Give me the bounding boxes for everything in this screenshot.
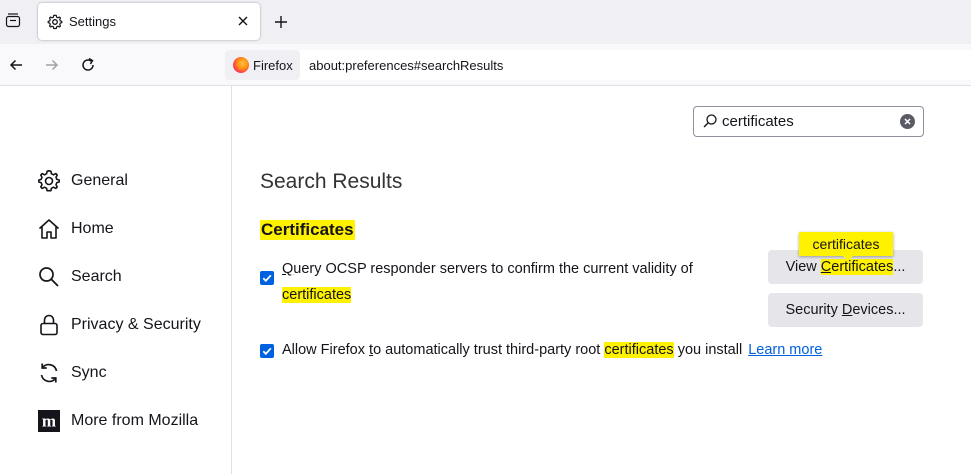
sync-icon [37, 361, 61, 385]
tab-list-icon[interactable] [3, 10, 23, 30]
navigation-toolbar: Firefox about:preferences#searchResults [0, 44, 971, 86]
svg-text:m: m [42, 412, 56, 431]
reload-icon[interactable] [79, 56, 97, 74]
sidebar-item-label: General [71, 172, 128, 189]
page-title: Search Results [260, 170, 403, 193]
button-label: evices... [852, 302, 906, 318]
url-text[interactable]: about:preferences#searchResults [309, 58, 503, 73]
identity-box[interactable]: Firefox [225, 50, 300, 80]
search-icon [702, 113, 718, 129]
sidebar-item-home[interactable]: Home [37, 217, 114, 241]
sidebar-item-label: Search [71, 268, 122, 285]
plus-icon[interactable] [272, 13, 290, 31]
trust-text: o automatically trust third-party root [373, 342, 605, 358]
search-highlight: ertificates [831, 259, 894, 275]
settings-search-box[interactable] [693, 106, 924, 137]
url-bar[interactable]: Firefox about:preferences#searchResults [225, 50, 971, 80]
search-input[interactable] [722, 112, 892, 130]
tab-strip: Settings [0, 0, 971, 44]
gear-icon [37, 169, 61, 193]
lock-icon [37, 313, 61, 337]
sidebar-item-privacy-security[interactable]: Privacy & Security [37, 313, 201, 337]
tab-title: Settings [69, 14, 116, 29]
trust-checkbox[interactable] [260, 344, 274, 358]
access-key: D [841, 302, 853, 318]
button-label: Security [785, 302, 842, 318]
search-highlight: certificates [604, 342, 674, 358]
ocsp-checkbox-label[interactable]: Query OCSP responder servers to confirm … [282, 256, 722, 308]
sidebar-item-more-from-mozilla[interactable]: m More from Mozilla [37, 409, 198, 433]
sidebar-divider [231, 86, 232, 474]
search-tooltip: certificates [799, 232, 893, 256]
firefox-logo-icon [233, 57, 249, 73]
button-label: View [785, 259, 821, 275]
ocsp-text: uery OCSP responder servers to confirm t… [293, 261, 693, 277]
ocsp-checkbox[interactable] [260, 271, 274, 285]
trust-text: Allow Firefox [282, 342, 370, 358]
identity-label: Firefox [253, 58, 293, 73]
access-key: Q [282, 261, 294, 277]
sidebar-item-label: Home [71, 220, 114, 237]
gear-icon [47, 14, 63, 30]
back-arrow-icon[interactable] [7, 56, 25, 74]
sidebar-item-label: More from Mozilla [71, 412, 199, 429]
security-devices-button[interactable]: Security Devices... [768, 293, 923, 327]
clear-search-icon[interactable] [900, 114, 915, 129]
search-icon [37, 265, 61, 289]
trust-checkbox-label[interactable]: Allow Firefox to automatically trust thi… [282, 342, 822, 358]
home-icon [37, 217, 61, 241]
mozilla-icon: m [37, 409, 61, 433]
tab-settings[interactable]: Settings [38, 3, 260, 40]
close-icon[interactable] [236, 14, 250, 28]
search-highlight: certificates [282, 287, 352, 303]
button-label: ... [893, 259, 906, 275]
access-key: C [820, 259, 832, 275]
sidebar-item-general[interactable]: General [37, 169, 128, 193]
sidebar-item-label: Privacy & Security [71, 316, 201, 333]
sidebar-item-search[interactable]: Search [37, 265, 122, 289]
learn-more-link[interactable]: Learn more [748, 342, 822, 358]
sidebar-item-label: Sync [71, 364, 107, 381]
section-heading-certificates: Certificates [260, 220, 355, 240]
sidebar-item-sync[interactable]: Sync [37, 361, 107, 385]
trust-text: you install [673, 342, 743, 358]
forward-arrow-icon[interactable] [43, 56, 61, 74]
tooltip-arrow [842, 255, 854, 261]
